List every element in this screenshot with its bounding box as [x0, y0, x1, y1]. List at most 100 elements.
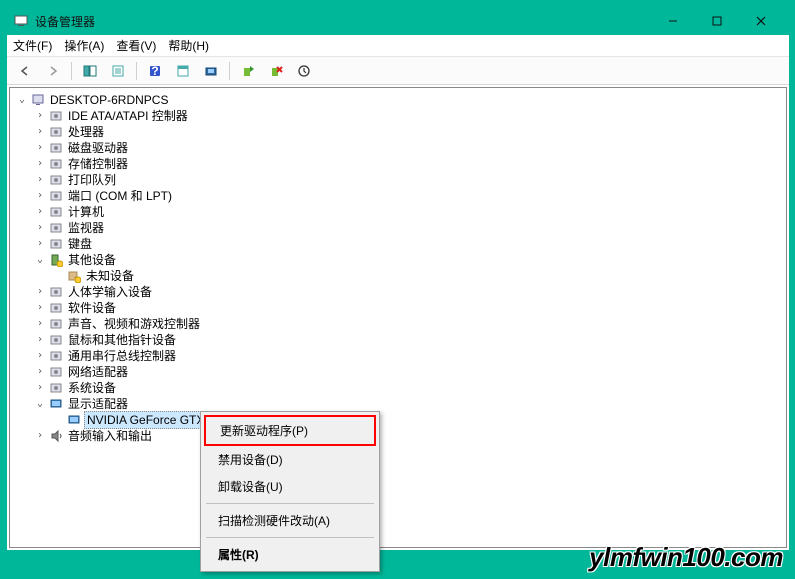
tree-category[interactable]: › 存储控制器 [12, 156, 784, 172]
tree-label: 鼠标和其他指针设备 [66, 332, 178, 348]
menu-action[interactable]: 操作(A) [64, 37, 104, 54]
expand-icon[interactable]: › [34, 380, 46, 396]
device-category-icon [48, 316, 64, 332]
device-category-icon [48, 156, 64, 172]
menu-help[interactable]: 帮助(H) [168, 37, 209, 54]
audio-icon [48, 428, 64, 444]
tree-category[interactable]: ›计算机 [12, 204, 784, 220]
expand-icon[interactable]: › [34, 108, 46, 124]
expand-icon[interactable]: › [34, 204, 46, 220]
tree-category[interactable]: › 系统设备 [12, 380, 784, 396]
tree-label: 网络适配器 [66, 364, 130, 380]
expand-icon[interactable]: ⌄ [34, 252, 46, 268]
tree-category[interactable]: › 通用串行总线控制器 [12, 348, 784, 364]
device-category-icon [48, 188, 64, 204]
expand-icon[interactable]: ⌄ [16, 92, 28, 108]
expand-icon[interactable]: › [34, 332, 46, 348]
tree-item-gpu[interactable]: NVIDIA GeForce GTX 550 Ti [12, 412, 784, 428]
close-button[interactable] [739, 9, 783, 33]
watermark: ylmfwin100.com [589, 542, 783, 573]
device-category-icon [48, 108, 64, 124]
expand-icon[interactable]: › [34, 220, 46, 236]
expand-icon[interactable]: › [34, 172, 46, 188]
update-driver-button[interactable] [236, 60, 260, 82]
action-button[interactable] [171, 60, 195, 82]
expand-icon[interactable]: › [34, 428, 46, 444]
tree-category[interactable]: ›人体学输入设备 [12, 284, 784, 300]
device-category-icon [48, 220, 64, 236]
tree-label: 打印队列 [66, 172, 118, 188]
device-category-icon [48, 332, 64, 348]
tree-category-other[interactable]: ⌄ 其他设备 [12, 252, 784, 268]
app-icon [13, 13, 29, 29]
display-adapters-icon [48, 396, 64, 412]
unknown-device-icon [66, 268, 82, 284]
maximize-button[interactable] [695, 9, 739, 33]
ctx-scan-hardware[interactable]: 扫描检测硬件改动(A) [204, 507, 376, 534]
tree-label: 存储控制器 [66, 156, 130, 172]
ctx-uninstall-device[interactable]: 卸载设备(U) [204, 473, 376, 500]
tree-label: 监视器 [66, 220, 106, 236]
tree-label: 软件设备 [66, 300, 118, 316]
expand-icon[interactable]: › [34, 156, 46, 172]
tree-category[interactable]: › 监视器 [12, 220, 784, 236]
device-manager-window: 设备管理器 文件(F) 操作(A) 查看(V) 帮助(H) ? ⌄ [6, 6, 790, 551]
ctx-properties[interactable]: 属性(R) [204, 541, 376, 568]
device-category-icon [48, 364, 64, 380]
tree-category[interactable]: › 打印队列 [12, 172, 784, 188]
tree-content: ⌄ DESKTOP-6RDNPCS › IDE ATA/ATAPI 控制器 › 处理器… [9, 87, 787, 548]
device-category-icon [48, 140, 64, 156]
forward-button[interactable] [41, 60, 65, 82]
tree-category[interactable]: ›磁盘驱动器 [12, 140, 784, 156]
tree-category[interactable]: ›声音、视频和游戏控制器 [12, 316, 784, 332]
tree-category[interactable]: › IDE ATA/ATAPI 控制器 [12, 108, 784, 124]
tree-category-audio[interactable]: › 音频输入和输出 [12, 428, 784, 444]
tree-category[interactable]: ›键盘 [12, 236, 784, 252]
tree-label: 其他设备 [66, 252, 118, 268]
expand-icon[interactable]: › [34, 300, 46, 316]
expand-icon[interactable]: ⌄ [34, 396, 46, 412]
expand-icon[interactable]: › [34, 364, 46, 380]
menu-view[interactable]: 查看(V) [116, 37, 156, 54]
disable-button[interactable] [292, 60, 316, 82]
tree-category[interactable]: › 鼠标和其他指针设备 [12, 332, 784, 348]
back-button[interactable] [13, 60, 37, 82]
tree-label: 处理器 [66, 124, 106, 140]
ctx-update-driver[interactable]: 更新驱动程序(P) [204, 415, 376, 446]
tree-label: 系统设备 [66, 380, 118, 396]
minimize-button[interactable] [651, 9, 695, 33]
properties-button[interactable] [106, 60, 130, 82]
tree-category[interactable]: › 网络适配器 [12, 364, 784, 380]
uninstall-button[interactable] [264, 60, 288, 82]
device-category-icon [48, 348, 64, 364]
device-category-icon [48, 204, 64, 220]
tree-root[interactable]: ⌄ DESKTOP-6RDNPCS [12, 92, 784, 108]
tree-category[interactable]: › 软件设备 [12, 300, 784, 316]
show-hide-tree-button[interactable] [78, 60, 102, 82]
help-button[interactable]: ? [143, 60, 167, 82]
ctx-disable-device[interactable]: 禁用设备(D) [204, 446, 376, 473]
tree-label: 未知设备 [84, 268, 136, 284]
tree-category[interactable]: ›端口 (COM 和 LPT) [12, 188, 784, 204]
tree-root-label: DESKTOP-6RDNPCS [48, 92, 170, 108]
expand-icon[interactable]: › [34, 124, 46, 140]
expand-icon[interactable]: › [34, 348, 46, 364]
context-menu: 更新驱动程序(P) 禁用设备(D) 卸载设备(U) 扫描检测硬件改动(A) 属性… [200, 411, 380, 572]
tree-label: 通用串行总线控制器 [66, 348, 178, 364]
tree-label: 音频输入和输出 [66, 428, 154, 444]
scan-hardware-button[interactable] [199, 60, 223, 82]
menubar: 文件(F) 操作(A) 查看(V) 帮助(H) [7, 35, 789, 57]
expand-icon[interactable]: › [34, 188, 46, 204]
expand-icon[interactable]: › [34, 316, 46, 332]
device-tree[interactable]: ⌄ DESKTOP-6RDNPCS › IDE ATA/ATAPI 控制器 › 处理器… [12, 92, 784, 444]
tree-category-display[interactable]: ⌄ 显示适配器 [12, 396, 784, 412]
expand-icon[interactable]: › [34, 140, 46, 156]
tree-label: IDE ATA/ATAPI 控制器 [66, 108, 190, 124]
tree-category[interactable]: › 处理器 [12, 124, 784, 140]
expand-icon[interactable]: › [34, 284, 46, 300]
expand-icon[interactable]: › [34, 236, 46, 252]
ctx-separator [206, 503, 374, 504]
toolbar: ? [7, 57, 789, 85]
menu-file[interactable]: 文件(F) [13, 37, 52, 54]
tree-item-unknown[interactable]: 未知设备 [12, 268, 784, 284]
